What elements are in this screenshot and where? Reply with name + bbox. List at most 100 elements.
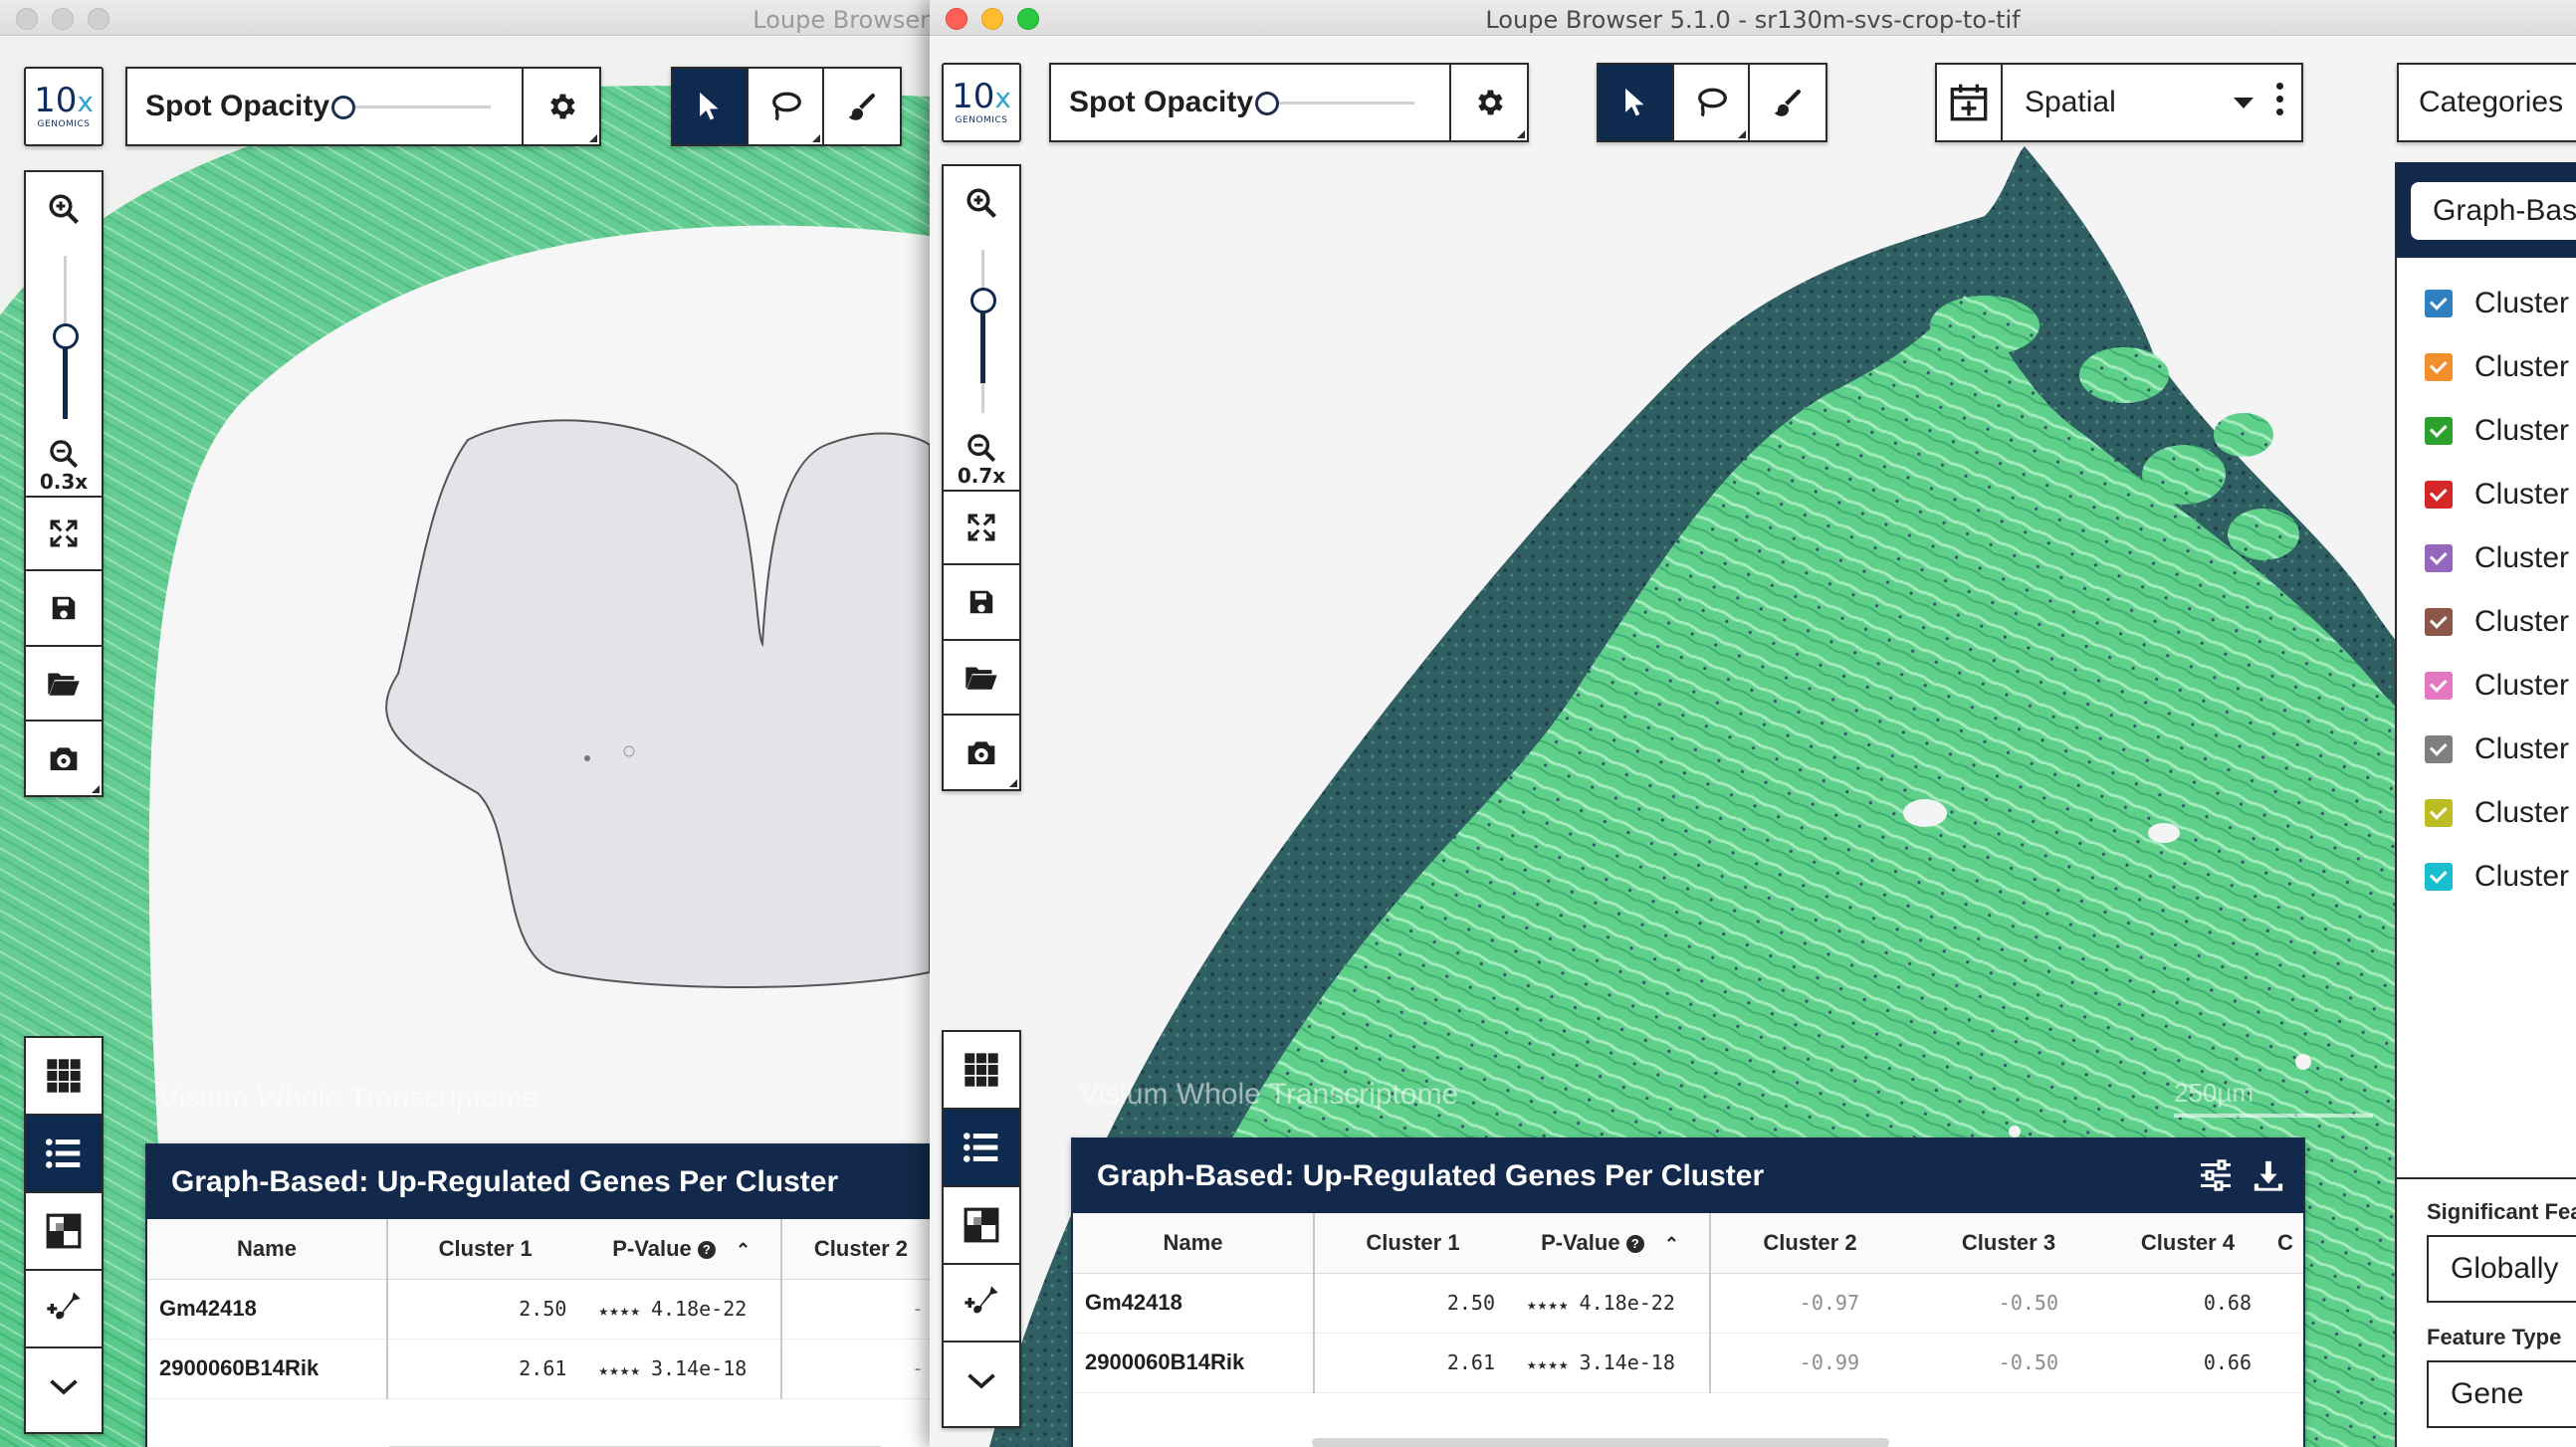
checkbox-icon[interactable]	[2425, 799, 2453, 827]
slider-knob[interactable]	[1255, 92, 1280, 115]
zoom-slider[interactable]	[26, 246, 102, 429]
zoom-in-button[interactable]	[944, 166, 1019, 240]
checkbox-icon[interactable]	[2425, 417, 2453, 445]
filter-settings-icon[interactable]	[2198, 1157, 2234, 1193]
collapse-button[interactable]	[26, 1348, 102, 1426]
significance-stars: ★★★★	[1527, 1354, 1570, 1373]
zoom-knob[interactable]	[970, 287, 996, 313]
spatial-canvas[interactable]: 10x GENOMICS Spot Opacity	[0, 37, 930, 1447]
fit-view-button[interactable]	[26, 498, 102, 572]
help-icon[interactable]: ?	[697, 1240, 716, 1259]
col-cluster1[interactable]: Cluster 1	[1314, 1213, 1511, 1274]
cluster-item[interactable]: Cluster	[2397, 718, 2576, 781]
lasso-tool-button[interactable]	[1674, 65, 1750, 140]
brush-tool-button[interactable]	[824, 69, 900, 144]
col-cluster2[interactable]: Cluster 2	[780, 1219, 930, 1280]
significant-features-label: Significant Fea	[2427, 1199, 2576, 1224]
cluster1-value: 2.61	[386, 1339, 583, 1399]
heatmap-button[interactable]	[944, 1187, 1019, 1265]
category-selector[interactable]: Graph-Bas	[2411, 182, 2576, 240]
table-row[interactable]: 2900060B14Rik 2.61 ★★★★ 3.14e-18 -0.99 -0…	[1073, 1333, 2303, 1393]
grid-view-button[interactable]	[26, 1038, 102, 1116]
screenshot-button[interactable]	[944, 716, 1019, 789]
checkbox-icon[interactable]	[2425, 863, 2453, 891]
checkbox-icon[interactable]	[2425, 290, 2453, 317]
zoom-out-button[interactable]: 0.3x	[26, 429, 102, 499]
open-folder-button[interactable]	[944, 641, 1019, 717]
col-next[interactable]: C	[2267, 1213, 2303, 1274]
col-pvalue[interactable]: P-Value ? ⌃	[1511, 1213, 1711, 1274]
cluster-item[interactable]: Cluster	[2397, 526, 2576, 590]
gear-icon[interactable]	[522, 69, 599, 144]
col-cluster4[interactable]: Cluster 4	[2108, 1213, 2267, 1274]
col-cluster3[interactable]: Cluster 3	[1909, 1213, 2108, 1274]
save-button[interactable]	[26, 571, 102, 647]
help-icon[interactable]: ?	[1625, 1234, 1644, 1253]
table-row[interactable]: Gm42418 2.50 ★★★★ 4.18e-22 -0.97 -0.50 0.…	[1073, 1273, 2303, 1334]
cluster-item[interactable]: Cluster	[2397, 781, 2576, 845]
gear-icon[interactable]	[1449, 65, 1527, 140]
col-cluster1[interactable]: Cluster 1	[386, 1219, 583, 1280]
table-row[interactable]: Gm42418 2.50 ★★★★ 4.18e-22 -	[147, 1279, 930, 1340]
save-icon	[969, 590, 993, 614]
cluster-item[interactable]: Cluster	[2397, 272, 2576, 335]
checkbox-icon[interactable]	[2425, 544, 2453, 572]
list-view-button[interactable]	[26, 1116, 102, 1193]
sort-chevron-up-icon[interactable]: ⌃	[736, 1240, 751, 1260]
pointer-tool-button[interactable]	[1599, 65, 1674, 140]
col-name[interactable]: Name	[147, 1219, 388, 1280]
more-options-icon[interactable]	[2276, 83, 2283, 115]
violin-plot-button[interactable]	[26, 1271, 102, 1348]
spot-opacity-slider[interactable]	[1255, 88, 1415, 117]
zoom-in-icon	[966, 188, 996, 218]
heatmap-button[interactable]	[26, 1193, 102, 1271]
categories-button[interactable]: Categories	[2397, 63, 2576, 142]
col-cluster2[interactable]: Cluster 2	[1710, 1213, 1909, 1274]
col-name[interactable]: Name	[1073, 1213, 1315, 1274]
table-row[interactable]: 2900060B14Rik 2.61 ★★★★ 3.14e-18 -	[147, 1339, 930, 1399]
spot-opacity-slider[interactable]	[331, 92, 492, 121]
brush-tool-button[interactable]	[1750, 65, 1825, 140]
download-icon[interactable]	[2252, 1157, 2285, 1193]
close-button[interactable]	[16, 8, 38, 30]
cluster-item[interactable]: Cluster	[2397, 399, 2576, 463]
feature-type-select[interactable]: Gene	[2427, 1360, 2576, 1428]
zoom-slider[interactable]	[944, 240, 1019, 423]
add-view-icon[interactable]	[1937, 65, 2003, 140]
significant-features-select[interactable]: Globally	[2427, 1235, 2576, 1303]
violin-plot-button[interactable]	[944, 1265, 1019, 1343]
chevron-down-icon[interactable]	[2234, 97, 2254, 108]
cluster-item[interactable]: Cluster	[2397, 654, 2576, 718]
sort-chevron-up-icon[interactable]: ⌃	[1664, 1234, 1679, 1254]
checkbox-icon[interactable]	[2425, 353, 2453, 381]
cluster-item[interactable]: Cluster	[2397, 463, 2576, 526]
spatial-canvas[interactable]: 10x GENOMICS Spot Opacity	[930, 37, 2576, 1447]
save-button[interactable]	[944, 565, 1019, 641]
slider-knob[interactable]	[331, 96, 356, 119]
col-pvalue[interactable]: P-Value ? ⌃	[582, 1219, 782, 1280]
cluster-item[interactable]: Cluster	[2397, 845, 2576, 909]
checkbox-icon[interactable]	[2425, 481, 2453, 509]
screenshot-button[interactable]	[26, 722, 102, 795]
collapse-button[interactable]	[944, 1343, 1019, 1420]
zoom-button[interactable]	[88, 8, 109, 30]
cluster-item[interactable]: Cluster	[2397, 590, 2576, 654]
minimize-button[interactable]	[52, 8, 74, 30]
zoom-in-button[interactable]	[26, 172, 102, 246]
zoom-out-button[interactable]: 0.7x	[944, 423, 1019, 493]
checkbox-icon[interactable]	[2425, 672, 2453, 700]
grid-view-button[interactable]	[944, 1032, 1019, 1110]
list-view-button[interactable]	[944, 1110, 1019, 1187]
pointer-tool-button[interactable]	[673, 69, 749, 144]
pointer-icon	[1625, 88, 1644, 116]
checkbox-icon[interactable]	[2425, 608, 2453, 636]
view-selector[interactable]: Spatial	[1935, 63, 2303, 142]
cluster-item[interactable]: Cluster	[2397, 335, 2576, 399]
checkbox-icon[interactable]	[2425, 735, 2453, 763]
zoom-knob[interactable]	[53, 322, 79, 349]
logo-x: x	[994, 82, 1011, 114]
table-scrollbar[interactable]	[1312, 1438, 1889, 1447]
open-folder-button[interactable]	[26, 647, 102, 723]
lasso-tool-button[interactable]	[749, 69, 824, 144]
fit-view-button[interactable]	[944, 492, 1019, 566]
